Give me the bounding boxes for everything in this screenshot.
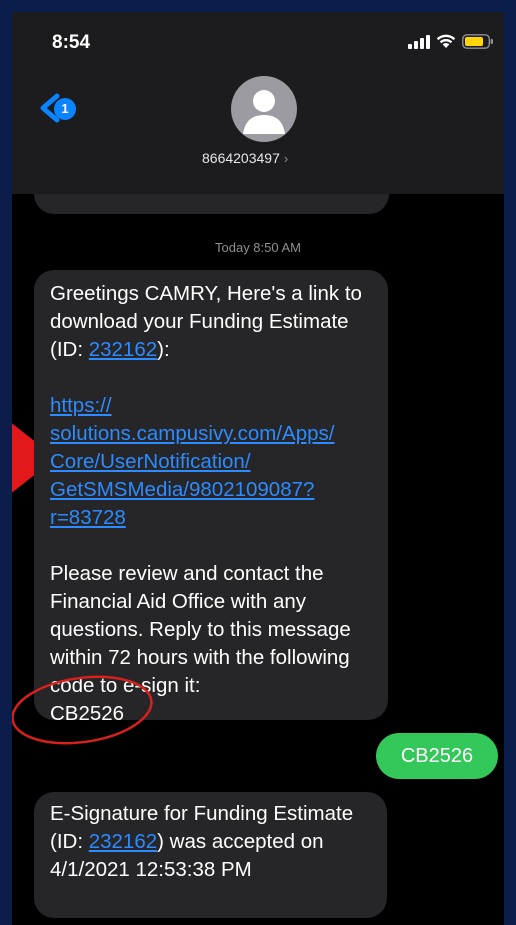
status-icons — [408, 34, 494, 49]
unread-badge[interactable]: 1 — [54, 98, 76, 120]
cellular-signal-icon — [408, 34, 430, 49]
person-icon — [243, 90, 285, 134]
funding-estimate-message[interactable]: Greetings CAMRY, Here's a link to downlo… — [34, 270, 388, 725]
status-time: 8:54 — [52, 32, 91, 53]
url-line[interactable]: GetSMSMedia/9802109087? — [50, 478, 314, 501]
esignature-confirmation-message[interactable]: E-Signature for Funding Estimate (ID: 23… — [34, 792, 387, 918]
url-line[interactable]: Core/UserNotification/ — [50, 450, 251, 473]
greeting-paragraph: Greetings CAMRY, Here's a link to downlo… — [50, 280, 372, 364]
outgoing-reply-bubble[interactable]: CB2526 — [376, 733, 498, 779]
url-line[interactable]: solutions.campusivy.com/Apps/ — [50, 422, 334, 445]
url-line[interactable]: https:// — [50, 394, 112, 417]
estimate-id-link[interactable]: 232162 — [89, 338, 157, 361]
contact-number[interactable]: 8664203497 › — [202, 150, 288, 166]
wifi-icon — [436, 34, 456, 48]
greeting-text-end: ): — [157, 338, 170, 361]
red-circle-annotation — [12, 675, 153, 745]
download-link[interactable]: https:// solutions.campusivy.com/Apps/ C… — [50, 392, 372, 532]
battery-icon — [462, 34, 493, 49]
message-timestamp: Today 8:50 AM — [215, 240, 301, 255]
estimate-id-link[interactable]: 232162 — [89, 830, 157, 853]
contact-number-text: 8664203497 — [202, 150, 280, 166]
messages-screen: DD6021 8:54 1 — [12, 12, 504, 925]
contact-avatar[interactable] — [231, 76, 297, 142]
url-line[interactable]: r=83728 — [50, 506, 126, 529]
conversation-header: 8:54 1 8664203497 › — [12, 12, 504, 194]
chevron-right-icon: › — [283, 151, 289, 166]
